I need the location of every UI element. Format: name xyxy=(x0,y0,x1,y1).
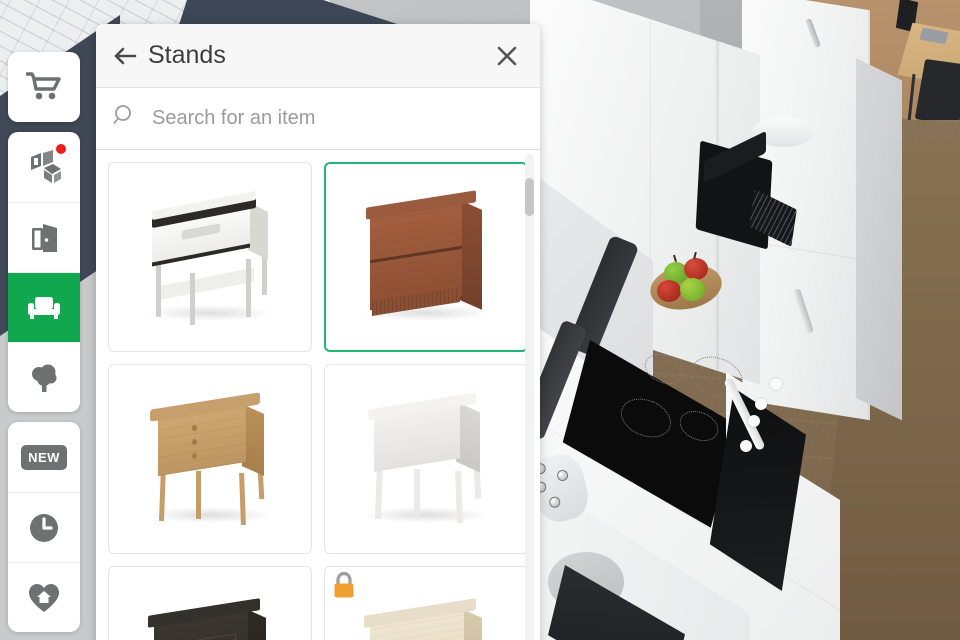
back-arrow-icon[interactable] xyxy=(110,41,140,71)
item-thumbnail xyxy=(130,379,290,539)
door-icon xyxy=(27,221,61,255)
new-badge-icon: NEW xyxy=(21,444,67,470)
sofa-icon xyxy=(25,292,63,324)
stand-leg xyxy=(455,470,463,524)
scrollbar-thumb[interactable] xyxy=(525,178,534,216)
left-toolbar: NEW xyxy=(8,52,80,632)
stand-leg xyxy=(190,273,195,325)
item-thumbnail xyxy=(346,581,506,640)
apple-red xyxy=(684,258,708,280)
egg xyxy=(555,468,570,483)
sidebar-item-outdoor[interactable] xyxy=(8,342,80,412)
item-thumbnail xyxy=(130,581,290,640)
room-3d-icon xyxy=(26,149,62,185)
apple-red xyxy=(657,280,681,302)
sidebar-item-build[interactable] xyxy=(8,132,80,202)
app-root: NEW Stands Search for an item xyxy=(0,0,960,640)
sidebar-item-recent[interactable] xyxy=(8,492,80,562)
catalog-grid-container xyxy=(96,150,540,640)
close-icon[interactable] xyxy=(492,41,522,71)
catalog-item-white-metal-nightstand[interactable] xyxy=(108,162,312,352)
stand-knob xyxy=(192,439,197,445)
toolbar-group-design xyxy=(8,132,80,412)
notification-badge xyxy=(56,144,66,154)
oven-knob xyxy=(748,415,760,427)
stand-knob xyxy=(192,425,197,431)
sidebar-item-cart[interactable] xyxy=(8,52,80,122)
sidebar-item-furniture[interactable] xyxy=(8,272,80,342)
oven-knob xyxy=(755,398,767,410)
shopping-cart-icon xyxy=(26,71,62,103)
toolbar-group-library: NEW xyxy=(8,422,80,632)
thumb-shadow xyxy=(146,305,274,321)
catalog-item-white-tapered-leg-stand[interactable] xyxy=(324,364,528,554)
stand-side xyxy=(460,200,482,310)
apple-green xyxy=(680,278,705,301)
thumb-shadow xyxy=(146,507,274,523)
toolbar-group-cart xyxy=(8,52,80,122)
stand-side xyxy=(248,202,268,260)
catalog-panel: Stands xyxy=(96,24,540,640)
search-icon xyxy=(112,103,138,134)
stand-leg xyxy=(239,472,246,526)
scrollbar-track[interactable] xyxy=(525,154,534,640)
catalog-item-brown-two-drawer-chest[interactable] xyxy=(324,162,528,352)
sidebar-item-favorites[interactable] xyxy=(8,562,80,632)
search-bar[interactable] xyxy=(96,88,540,150)
catalog-item-birch-drawer-stand[interactable] xyxy=(324,566,528,640)
tall-cabinet-side xyxy=(856,58,902,421)
sidebar-item-new[interactable]: NEW xyxy=(8,422,80,492)
stand-knob xyxy=(192,453,197,459)
oven-knob xyxy=(740,440,752,452)
catalog-item-oak-tapered-leg-stand[interactable] xyxy=(108,364,312,554)
item-thumbnail xyxy=(346,177,506,337)
sidebar-item-doors-windows[interactable] xyxy=(8,202,80,272)
item-thumbnail xyxy=(130,177,290,337)
oven-knob xyxy=(770,378,782,390)
tree-icon xyxy=(27,361,61,395)
page-title: Stands xyxy=(148,41,226,69)
lock-icon xyxy=(331,571,357,606)
item-thumbnail xyxy=(346,379,506,539)
search-input[interactable] xyxy=(152,107,524,130)
egg xyxy=(548,495,562,509)
stand-leg xyxy=(414,469,420,519)
catalog-item-dark-brown-stand[interactable] xyxy=(108,566,312,640)
stand-shelf xyxy=(158,267,254,301)
clock-icon xyxy=(28,512,60,544)
stand-leg xyxy=(196,471,201,519)
stand-leg xyxy=(246,259,251,317)
heart-home-icon xyxy=(27,581,61,615)
catalog-grid xyxy=(108,162,528,640)
catalog-header: Stands xyxy=(96,24,540,88)
